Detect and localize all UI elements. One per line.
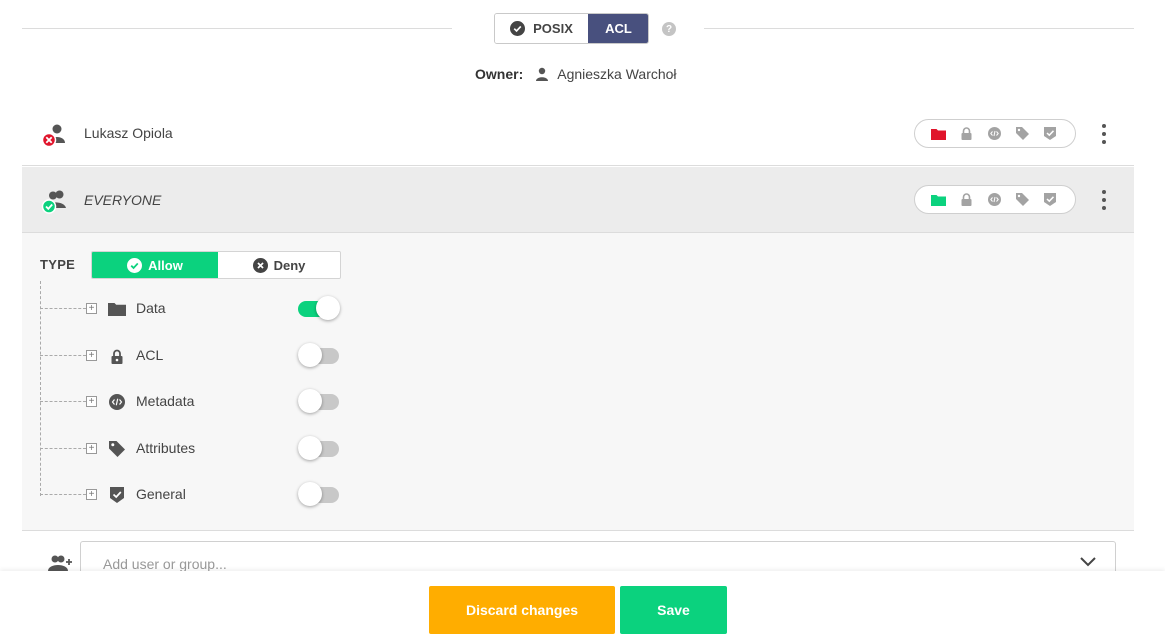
ace-row-everyone[interactable]: EVERYONE [22,167,1134,232]
expand-icon[interactable]: + [86,396,97,407]
expand-icon[interactable]: + [86,443,97,454]
permission-toggle[interactable] [298,482,339,506]
shield-icon [1042,193,1058,207]
divider-right [704,28,1134,29]
deny-label: Deny [273,257,306,273]
help-icon[interactable]: ? [662,22,676,36]
permission-toggle[interactable] [298,296,340,320]
permission-toggle[interactable] [298,436,339,460]
ace-subject-name: Lukasz Opiola [84,125,173,141]
permission-label: Metadata [136,393,195,409]
type-toggle: Allow Deny [91,251,341,279]
footer-actions: Discard changes Save [0,571,1165,643]
permissions-mode-switch: POSIX ACL [494,13,649,44]
shield-icon [1042,127,1058,141]
ace-editor-panel: TYPE Allow Deny + Data + ACL + Metadata [22,232,1134,531]
folder-icon [930,127,946,141]
permission-label: General [136,486,186,502]
allow-label: Allow [148,257,183,273]
expand-icon[interactable]: + [86,489,97,500]
permission-label: ACL [136,347,164,363]
tag-icon [1014,127,1030,141]
x-circle-icon [252,257,268,273]
shield-icon [108,486,126,504]
row-menu-icon[interactable] [1100,190,1108,210]
type-label: TYPE [40,257,76,272]
discard-changes-button[interactable]: Discard changes [429,586,615,634]
owner-label: Owner: [475,66,524,82]
tag-icon [1014,193,1030,207]
metadata-icon [108,393,126,411]
acl-label: ACL [605,21,632,36]
permission-row-data: + Data [40,296,360,321]
posix-label: POSIX [533,21,573,36]
check-circle-icon [127,257,143,273]
acl-mode-button[interactable]: ACL [588,14,648,43]
permission-label: Data [136,300,166,316]
divider-left [22,28,452,29]
permission-row-metadata: + Metadata [40,389,360,414]
save-button[interactable]: Save [620,586,727,634]
permission-row-general: + General [40,482,360,507]
chevron-down-icon [1080,557,1096,567]
owner-info: Owner: Agnieszka Warchoł [475,66,677,82]
tag-icon [108,440,126,458]
lock-icon [108,347,126,365]
folder-icon [930,193,946,207]
metadata-icon [986,127,1002,141]
discard-label: Discard changes [465,602,579,618]
ace-subject-name: EVERYONE [84,191,162,208]
folder-icon [108,300,126,318]
permission-row-acl: + ACL [40,343,360,368]
posix-mode-button[interactable]: POSIX [495,14,588,43]
permission-label: Attributes [136,440,196,456]
check-circle-icon [510,21,526,36]
permission-toggle[interactable] [298,389,339,413]
ace-row-user[interactable]: Lukasz Opiola [22,101,1134,166]
allow-button[interactable]: Allow [92,252,218,278]
group-allow-icon [40,189,68,215]
expand-icon[interactable]: + [86,350,97,361]
lock-icon [958,193,974,207]
permission-summary[interactable] [914,185,1076,214]
permission-row-attributes: + Attributes [40,436,360,461]
owner-name: Agnieszka Warchoł [557,66,677,82]
user-deny-icon [40,123,68,149]
permission-toggle[interactable] [298,343,339,367]
row-menu-icon[interactable] [1100,124,1108,144]
lock-icon [958,127,974,141]
deny-button[interactable]: Deny [218,252,340,278]
select-placeholder: Add user or group... [103,556,227,572]
save-label: Save [657,602,690,618]
user-icon [536,67,549,81]
metadata-icon [986,193,1002,207]
permission-summary[interactable] [914,119,1076,148]
add-subject-row: Add user or group... [22,541,1134,585]
expand-icon[interactable]: + [86,303,97,314]
